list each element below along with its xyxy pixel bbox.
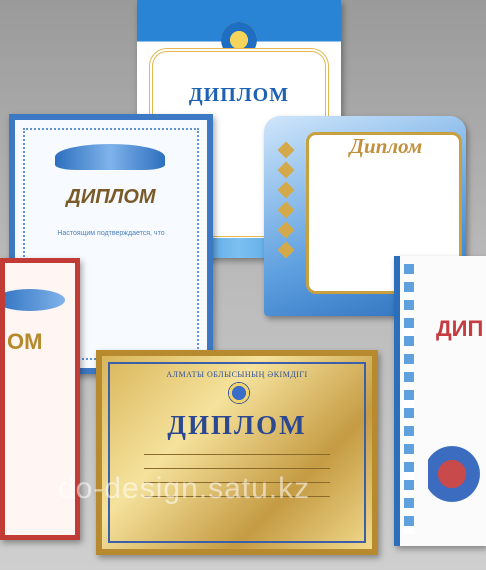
- diploma-title: ДИПЛОМ: [66, 186, 156, 208]
- ornament-band: [404, 264, 414, 534]
- diploma-subtitle: Настоящим подтверждается, что: [57, 230, 165, 237]
- watermark: do-design.satu.kz: [58, 472, 311, 505]
- diploma-title: ДИПЛОМ: [188, 84, 290, 106]
- ribbon-emblem-icon: [55, 144, 165, 170]
- diploma-right-white: ДИП: [394, 256, 486, 546]
- ornament-column: [270, 136, 300, 306]
- text-line: [144, 454, 330, 455]
- diploma-title: ОМ: [7, 329, 43, 354]
- ribbon-emblem-icon: [5, 289, 65, 311]
- diploma-bottom-gold: АЛМАТЫ ОБЛЫСЫНЫҢ ӘКІМДІГІ ДИПЛОМ: [96, 350, 378, 555]
- diploma-header: АЛМАТЫ ОБЛЫСЫНЫҢ ӘКІМДІГІ: [166, 370, 308, 379]
- diploma-title: ДИПЛОМ: [167, 410, 307, 440]
- athlete-figure-icon: [428, 446, 486, 516]
- medal-emblem-icon: [228, 382, 250, 404]
- diploma-title: Диплом: [349, 134, 423, 158]
- text-line: [144, 468, 330, 469]
- diploma-title: ДИП: [436, 316, 484, 341]
